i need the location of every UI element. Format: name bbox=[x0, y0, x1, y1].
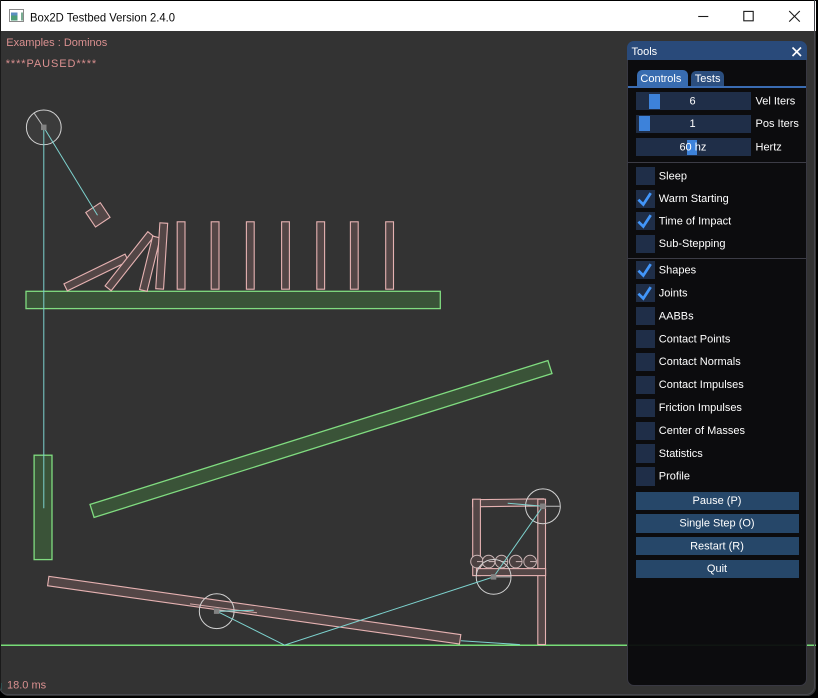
svg-text:Box2D Testbed Version 2.4.0: Box2D Testbed Version 2.4.0 bbox=[30, 10, 175, 24]
